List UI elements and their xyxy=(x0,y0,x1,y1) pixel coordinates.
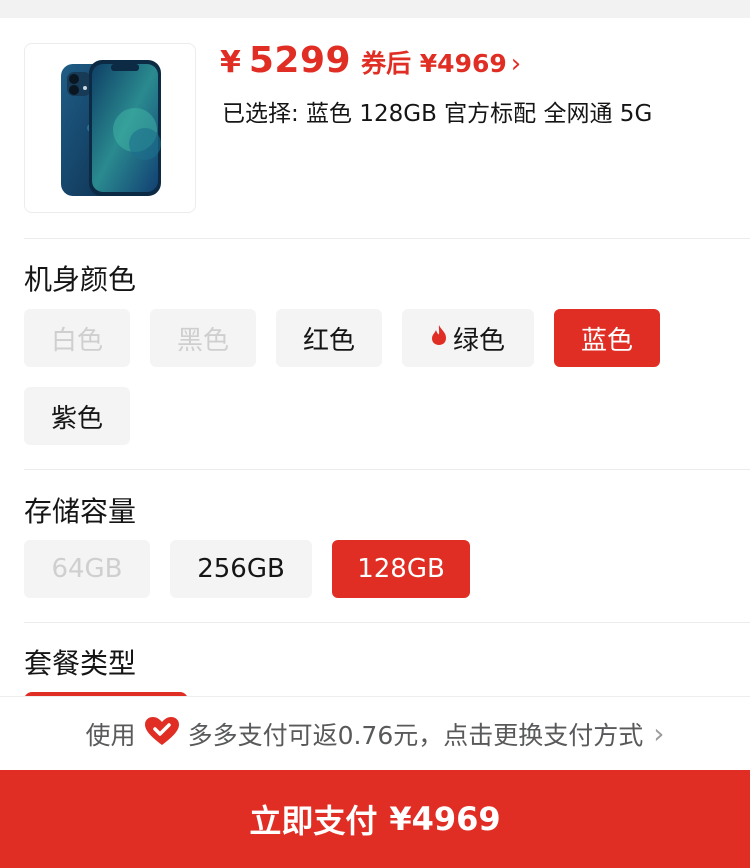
color-option-blue[interactable]: 蓝色 xyxy=(554,309,660,367)
divider xyxy=(24,238,750,239)
payment-method-bar[interactable]: 使用 多多支付可返0.76元，点击更换支付方式 › xyxy=(0,696,750,770)
currency-symbol: ¥ xyxy=(220,45,241,80)
price: 5299 xyxy=(248,40,352,81)
fire-icon xyxy=(431,323,447,353)
package-section-title: 套餐类型 xyxy=(24,647,137,680)
storage-option-256gb[interactable]: 256GB xyxy=(170,540,312,598)
color-option-black[interactable]: 黑色 xyxy=(150,309,256,367)
color-option-green[interactable]: 绿色 xyxy=(402,309,534,367)
storage-section-title: 存储容量 xyxy=(24,495,137,528)
pay-now-amount: ¥4969 xyxy=(389,800,501,838)
payment-prefix: 使用 xyxy=(85,720,136,750)
product-thumbnail[interactable] xyxy=(24,43,196,213)
storage-option-128gb[interactable]: 128GB xyxy=(332,540,470,598)
divider xyxy=(24,469,750,470)
chevron-right-icon[interactable]: › xyxy=(511,49,521,79)
color-option-white[interactable]: 白色 xyxy=(24,309,130,367)
coupon-price[interactable]: 券后 ¥4969 xyxy=(361,44,507,80)
price-row: ¥ 5299 券后 ¥4969 › xyxy=(220,40,521,84)
color-section-title: 机身颜色 xyxy=(24,263,137,296)
storage-option-64gb[interactable]: 64GB xyxy=(24,540,150,598)
top-strip xyxy=(0,0,750,18)
divider xyxy=(24,622,750,623)
pay-now-button[interactable]: 立即支付 ¥4969 xyxy=(0,770,750,868)
duoduo-pay-heart-icon xyxy=(144,716,180,752)
selected-spec: 已选择: 蓝色 128GB 官方标配 全网通 5G xyxy=(222,101,653,127)
pay-now-label: 立即支付 xyxy=(249,802,378,840)
phone-image xyxy=(61,60,161,196)
payment-text: 多多支付可返0.76元，点击更换支付方式 xyxy=(187,720,644,750)
chevron-right-icon[interactable]: › xyxy=(653,717,664,750)
color-option-green-label: 绿色 xyxy=(452,325,505,356)
color-option-red[interactable]: 红色 xyxy=(276,309,382,367)
color-option-purple[interactable]: 紫色 xyxy=(24,387,130,445)
product-summary: ¥ 5299 券后 ¥4969 › 已选择: 蓝色 128GB 官方标配 全网通… xyxy=(0,18,750,238)
